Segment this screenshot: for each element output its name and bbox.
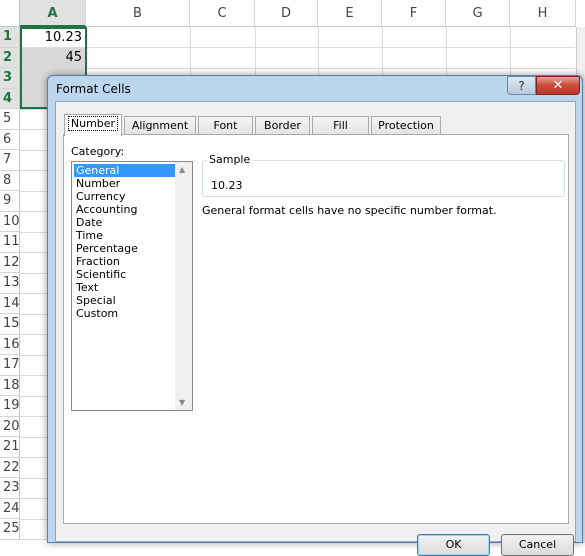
close-button[interactable]: ✕	[536, 76, 580, 95]
row-header-18[interactable]: 18	[0, 375, 20, 396]
tab-label: Number	[67, 116, 119, 131]
sample-value: 10.23	[211, 179, 243, 192]
row-header-11[interactable]: 11	[0, 232, 20, 253]
row-header-22[interactable]: 22	[0, 457, 20, 478]
help-button[interactable]: ?	[507, 76, 536, 95]
column-header-h[interactable]: H	[510, 0, 576, 27]
row-header-14[interactable]: 14	[0, 293, 20, 314]
column-header-d[interactable]: D	[255, 0, 318, 27]
row-header-2[interactable]: 2	[0, 47, 20, 68]
cancel-button[interactable]: Cancel	[501, 534, 574, 556]
tab-font[interactable]: Font	[198, 116, 253, 135]
tab-label: Border	[264, 119, 301, 132]
column-header-e[interactable]: E	[318, 0, 382, 27]
tab-fill[interactable]: Fill	[312, 116, 369, 135]
row-header-7[interactable]: 7	[0, 150, 20, 171]
dialog-body: Number Alignment Font Border Fill Protection …	[55, 101, 576, 556]
category-item-special[interactable]: Special	[74, 294, 175, 307]
tab-label: Fill	[333, 119, 348, 132]
row-header-24[interactable]: 24	[0, 498, 20, 519]
tab-label: Font	[213, 119, 238, 132]
tab-border[interactable]: Border	[255, 116, 310, 135]
row-header-5[interactable]: 5	[0, 109, 20, 130]
tab-protection[interactable]: Protection	[371, 116, 441, 135]
number-tab-panel: Category: General Number Currency Accountin…	[63, 134, 569, 524]
row-header-12[interactable]: 12	[0, 252, 20, 273]
category-item-custom[interactable]: Custom	[74, 307, 175, 320]
column-header-a[interactable]: A	[20, 0, 86, 27]
tab-alignment[interactable]: Alignment	[124, 116, 196, 135]
row-header-6[interactable]: 6	[0, 129, 20, 150]
sample-group: Sample 10.23	[202, 153, 565, 197]
dialog-title: Format Cells	[56, 82, 131, 96]
category-item-text[interactable]: Text	[74, 281, 175, 294]
category-item-fraction[interactable]: Fraction	[74, 255, 175, 268]
gridline	[20, 67, 575, 69]
tab-label: Protection	[378, 119, 434, 132]
category-list[interactable]: General Number Currency Accounting Date Time P…	[71, 161, 193, 411]
column-header-f[interactable]: F	[382, 0, 446, 27]
row-header-9[interactable]: 9	[0, 191, 20, 212]
row-header-1[interactable]: 1	[0, 27, 20, 48]
category-item-number[interactable]: Number	[74, 177, 175, 190]
row-header-13[interactable]: 13	[0, 273, 20, 294]
category-item-general[interactable]: General	[74, 164, 175, 177]
column-header-c[interactable]: C	[190, 0, 255, 27]
category-item-currency[interactable]: Currency	[74, 190, 175, 203]
column-header-g[interactable]: G	[446, 0, 510, 27]
category-item-date[interactable]: Date	[74, 216, 175, 229]
column-header-b[interactable]: B	[86, 0, 190, 27]
scroll-down-icon[interactable]: ▼	[179, 398, 185, 407]
category-label: Category:	[71, 145, 125, 158]
scroll-up-icon[interactable]: ▲	[179, 165, 185, 174]
row-header-20[interactable]: 20	[0, 416, 20, 437]
row-header-16[interactable]: 16	[0, 334, 20, 355]
category-item-accounting[interactable]: Accounting	[74, 203, 175, 216]
row-header-21[interactable]: 21	[0, 437, 20, 458]
category-item-scientific[interactable]: Scientific	[74, 268, 175, 281]
gridline	[20, 47, 575, 48]
category-item-percentage[interactable]: Percentage	[74, 242, 175, 255]
tab-number[interactable]: Number	[64, 114, 122, 136]
tab-label: Alignment	[131, 119, 189, 132]
row-header-3[interactable]: 3	[0, 68, 20, 89]
select-all-corner[interactable]	[0, 0, 20, 27]
row-header-19[interactable]: 19	[0, 396, 20, 417]
row-header-15[interactable]: 15	[0, 314, 20, 335]
sample-label: Sample	[207, 153, 253, 166]
row-header-25[interactable]: 25	[0, 519, 20, 540]
category-item-time[interactable]: Time	[74, 229, 175, 242]
row-header-4[interactable]: 4	[0, 88, 20, 109]
ok-button[interactable]: OK	[417, 534, 490, 556]
list-scrollbar[interactable]: ▲ ▼	[175, 162, 192, 410]
format-description: General format cells have no specific nu…	[202, 204, 497, 217]
row-header-17[interactable]: 17	[0, 355, 20, 376]
format-cells-dialog: Format Cells ? ✕ Number Alignment Font Bord…	[47, 75, 583, 556]
row-header-10[interactable]: 10	[0, 211, 20, 232]
row-header-23[interactable]: 23	[0, 478, 20, 499]
row-header-8[interactable]: 8	[0, 170, 20, 191]
